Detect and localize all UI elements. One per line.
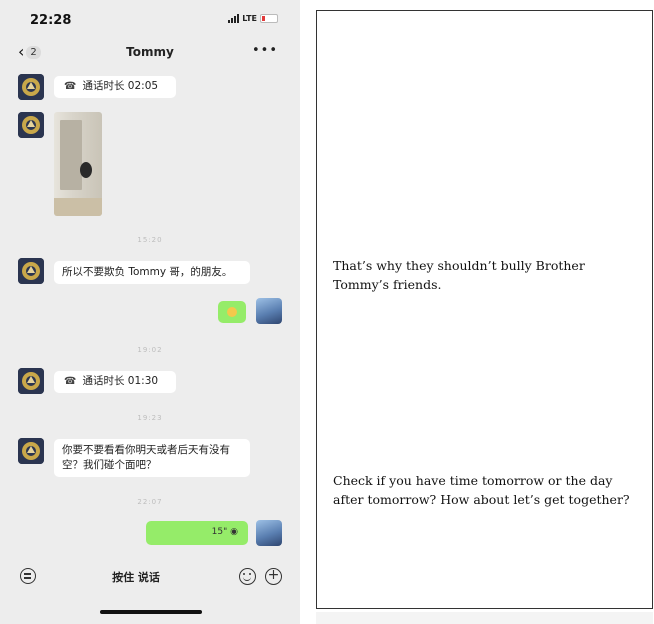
plus-icon[interactable]: +	[265, 568, 282, 585]
voice-duration: 15"	[211, 527, 228, 537]
message-text: 所以不要欺负 Tommy 哥，的朋友。	[62, 266, 233, 278]
phone-call-icon: ☎	[64, 376, 77, 387]
sent-voice-message[interactable]: 15" ◉	[146, 521, 248, 545]
call-duration: 通话时长 02:05	[82, 80, 159, 92]
input-bar: 按住 说话 +	[0, 560, 300, 596]
contact-avatar[interactable]	[18, 74, 44, 100]
network-label: LTE	[242, 14, 257, 23]
chat-screen: 22:28 LTE ‹ 2 Tommy ••• ☎ 通话时长 02:05 15:…	[0, 0, 300, 624]
contact-avatar[interactable]	[18, 438, 44, 464]
call-duration: 通话时长 01:30	[82, 375, 159, 387]
timestamp: 19:02	[137, 346, 163, 354]
message-text: 你要不要看看你明天或者后天有没有空？我们碰个面吧？	[62, 444, 230, 471]
voice-mode-icon[interactable]	[20, 568, 36, 584]
call-record-bubble[interactable]: ☎ 通话时长 02:05	[54, 76, 176, 98]
status-indicators: LTE	[228, 14, 278, 23]
my-avatar[interactable]	[256, 520, 282, 546]
phone-call-icon: ☎	[64, 81, 77, 92]
chat-header: ‹ 2 Tommy •••	[0, 36, 300, 70]
signal-icon	[228, 14, 240, 23]
translation-panel: That’s why they shouldn’t bully Brother …	[316, 10, 653, 609]
contact-avatar[interactable]	[18, 368, 44, 394]
voice-wave-icon: ◉	[230, 527, 238, 537]
hold-to-talk-button[interactable]: 按住 说话	[90, 569, 182, 585]
photo-message[interactable]	[54, 112, 102, 216]
more-icon[interactable]: •••	[252, 43, 278, 58]
sent-emoji-bubble[interactable]	[218, 301, 246, 323]
photo-detail	[80, 162, 92, 178]
status-bar: 22:28 LTE	[0, 0, 300, 36]
my-avatar[interactable]	[256, 298, 282, 324]
text-message-bubble[interactable]: 你要不要看看你明天或者后天有没有空？我们碰个面吧？	[54, 439, 250, 477]
translation-line: Check if you have time tomorrow or the d…	[333, 473, 630, 507]
page: 22:28 LTE ‹ 2 Tommy ••• ☎ 通话时长 02:05 15:…	[0, 0, 654, 624]
timestamp: 19:23	[137, 414, 163, 422]
home-indicator	[100, 610, 202, 614]
photo-detail	[60, 120, 82, 190]
timestamp: 15:20	[137, 236, 163, 244]
bottom-strip	[316, 612, 653, 624]
photo-detail	[54, 198, 102, 216]
emoji-face-icon	[227, 307, 237, 317]
timestamp: 22:07	[137, 498, 163, 506]
contact-avatar[interactable]	[18, 258, 44, 284]
battery-icon	[260, 14, 278, 23]
emoji-icon[interactable]	[239, 568, 256, 585]
call-record-bubble[interactable]: ☎ 通话时长 01:30	[54, 371, 176, 393]
translation-line: That’s why they shouldn’t bully Brother …	[333, 258, 585, 292]
contact-avatar[interactable]	[18, 112, 44, 138]
text-message-bubble[interactable]: 所以不要欺负 Tommy 哥，的朋友。	[54, 261, 250, 284]
status-time: 22:28	[30, 13, 72, 28]
